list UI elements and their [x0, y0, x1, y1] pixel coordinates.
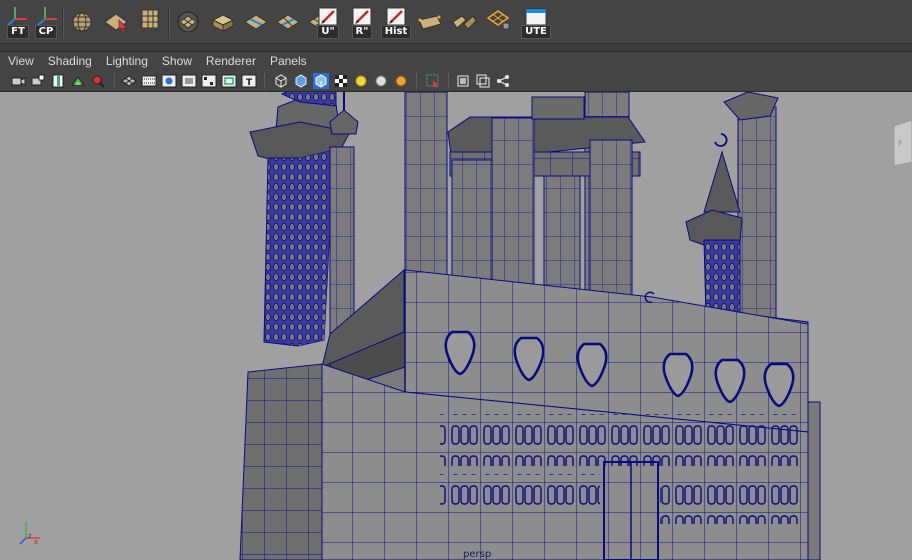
shelf-button-label: FT — [7, 25, 29, 39]
uv-grid-icon — [141, 9, 159, 29]
svg-text:x: x — [34, 538, 38, 546]
sphere-uv-icon — [177, 11, 199, 32]
textured-icon[interactable] — [333, 73, 349, 89]
shelf-button-label: CP — [34, 25, 58, 39]
shelf-button-ute[interactable]: UTE — [520, 4, 552, 40]
safe-action-icon[interactable] — [221, 73, 237, 89]
menu-view[interactable]: View — [8, 54, 34, 68]
wireframe-icon[interactable] — [273, 73, 289, 89]
shelf-button-uv-layout[interactable] — [414, 4, 446, 40]
shelf-button-box-uv[interactable] — [206, 4, 238, 40]
toolbar-separator — [416, 73, 417, 89]
svg-text:T: T — [246, 78, 253, 88]
panel-menu-bar: View Shading Lighting Show Renderer Pane… — [0, 52, 912, 70]
all-lights-icon[interactable] — [373, 73, 389, 89]
shelf-separator — [62, 8, 64, 38]
menu-renderer[interactable]: Renderer — [206, 54, 256, 68]
menu-panels[interactable]: Panels — [270, 54, 307, 68]
default-light-icon[interactable] — [353, 73, 369, 89]
shelf-separator — [168, 8, 170, 38]
shelf-button-hist[interactable]: Hist — [380, 4, 412, 40]
axis-orientation-icon: z x — [19, 522, 40, 546]
film-gate-icon[interactable] — [141, 73, 157, 89]
field-chart-icon[interactable] — [201, 73, 217, 89]
safe-title-icon[interactable]: T — [241, 73, 257, 89]
mosque-model-wireframe — [239, 92, 821, 560]
uv-layout-icon — [418, 15, 442, 30]
toolbar-separator — [114, 73, 115, 89]
shelf-button-plane-stripe[interactable] — [240, 4, 272, 40]
uv-lattice-icon — [486, 10, 510, 30]
wireframe-on-shaded-icon[interactable] — [313, 73, 329, 89]
toolbar-separator — [448, 73, 449, 89]
svg-text:z: z — [28, 532, 32, 540]
camera-label: persp — [463, 549, 492, 560]
shelf-button-r[interactable]: R" — [346, 4, 378, 40]
shelf-button-uv-lattice[interactable] — [482, 4, 514, 40]
shelf-toolbar: FT CP U" R" Hist UTE — [0, 0, 912, 44]
smooth-shade-icon[interactable] — [293, 73, 309, 89]
shelf-button-u[interactable]: U" — [312, 4, 344, 40]
menu-lighting[interactable]: Lighting — [106, 54, 148, 68]
shelf-button-cp[interactable]: CP — [30, 4, 62, 40]
shelf-button-label: UTE — [521, 25, 551, 39]
shadows-icon[interactable] — [393, 73, 409, 89]
panel-toolbar: T — [0, 70, 912, 92]
panel-divider — [0, 44, 912, 52]
shelf-button-label: Hist — [380, 25, 412, 39]
toolbar-separator — [264, 73, 265, 89]
svg-text:F: F — [898, 139, 903, 148]
xray-components-icon[interactable] — [495, 73, 511, 89]
shelf-button-label: U" — [317, 25, 339, 39]
two-d-pan-zoom-icon[interactable] — [90, 73, 106, 89]
shelf-button-uv-grid[interactable] — [134, 4, 166, 40]
plane-cursor-icon — [104, 13, 128, 32]
camera-attributes-icon[interactable] — [30, 73, 46, 89]
shelf-button-plane-cursor[interactable] — [100, 4, 132, 40]
box-uv-icon — [211, 14, 235, 32]
shelf-button-globe[interactable] — [66, 4, 98, 40]
resolution-gate-icon[interactable] — [161, 73, 177, 89]
view-cube-icon[interactable]: F — [890, 112, 912, 170]
shelf-button-uv-split[interactable] — [448, 4, 480, 40]
xray-joints-icon[interactable] — [475, 73, 491, 89]
menu-shading[interactable]: Shading — [48, 54, 92, 68]
select-camera-icon[interactable] — [10, 73, 26, 89]
globe-grid-icon — [72, 12, 92, 32]
uv-split-icon — [452, 15, 477, 30]
shelf-button-label: R" — [351, 25, 373, 39]
plane-stripe-icon — [276, 14, 300, 30]
menu-show[interactable]: Show — [162, 54, 192, 68]
shelf-button-plane-stripe-2[interactable] — [272, 4, 304, 40]
plane-stripe-icon — [244, 14, 268, 30]
gate-mask-icon[interactable] — [181, 73, 197, 89]
bookmark-icon[interactable] — [50, 73, 66, 89]
image-plane-icon[interactable] — [70, 73, 86, 89]
perspective-viewport[interactable]: F z x persp — [0, 92, 912, 560]
grid-toggle-icon[interactable] — [121, 73, 137, 89]
isolate-select-icon[interactable] — [425, 73, 441, 89]
xray-icon[interactable] — [455, 73, 471, 89]
shelf-button-sphere-uv[interactable] — [172, 4, 204, 40]
